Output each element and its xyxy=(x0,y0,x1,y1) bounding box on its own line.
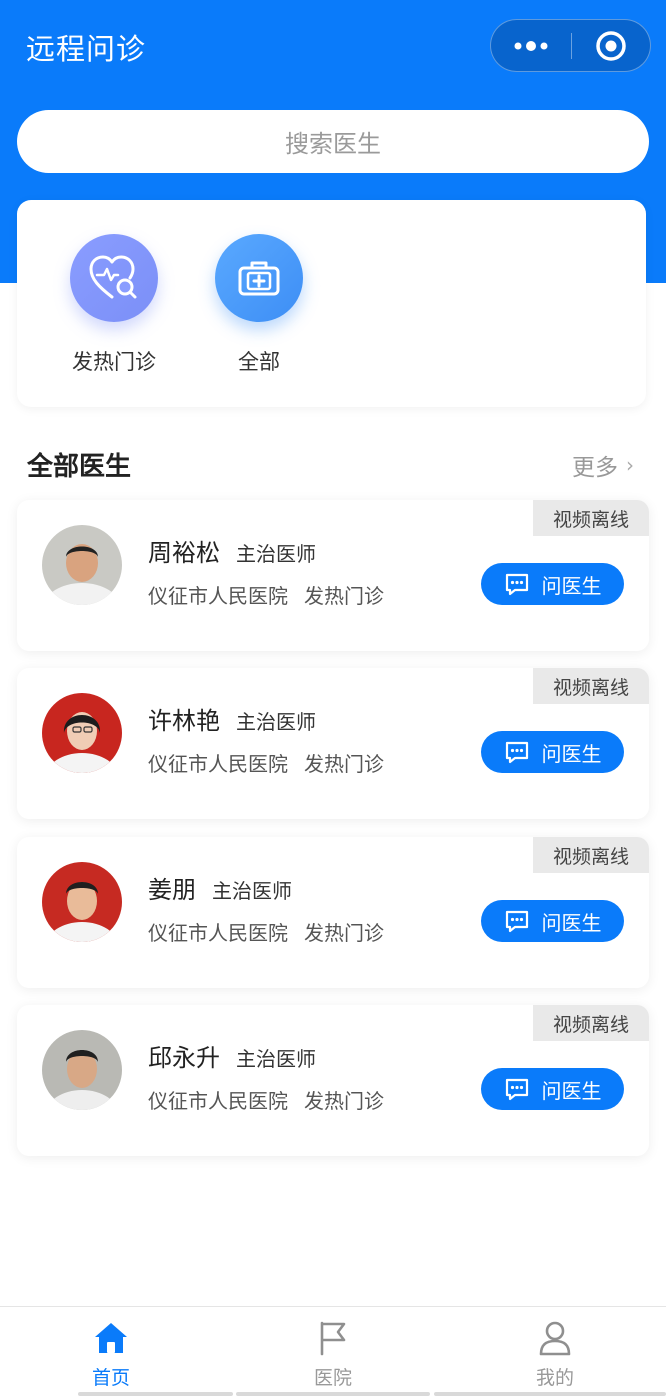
doctor-name: 许林艳 xyxy=(148,707,220,735)
doctor-department: 发热门诊 xyxy=(304,921,384,945)
tab-hospital-label: 医院 xyxy=(313,1367,352,1389)
avatar xyxy=(42,862,122,942)
more-options-button[interactable] xyxy=(491,20,571,71)
category-all-label: 全部 xyxy=(238,350,280,374)
flag-icon xyxy=(320,1321,346,1356)
ask-doctor-button[interactable]: 问医生 xyxy=(481,1068,624,1110)
search-input[interactable]: 搜索医生 xyxy=(17,110,649,173)
medical-kit-icon xyxy=(238,261,280,296)
status-badge: 视频离线 xyxy=(533,668,649,704)
category-all-badge xyxy=(215,234,303,322)
doctor-hospital: 仪征市人民医院 xyxy=(148,752,288,776)
tab-indicator-hospital xyxy=(236,1392,430,1396)
doctor-card[interactable]: 姜朋 主治医师 仪征市人民医院 发热门诊 视频离线 问医生 xyxy=(17,837,649,988)
category-fever-clinic-label: 发热门诊 xyxy=(72,350,156,374)
doctor-title: 主治医师 xyxy=(236,1047,316,1071)
doctor-department: 发热门诊 xyxy=(304,1089,384,1113)
ask-doctor-button[interactable]: 问医生 xyxy=(481,731,624,773)
more-link[interactable]: 更多 › xyxy=(572,448,634,482)
doctor-hospital: 仪征市人民医院 xyxy=(148,1089,288,1113)
doctor-name-row: 姜朋 主治医师 xyxy=(148,870,292,905)
tab-mine[interactable]: 我的 xyxy=(444,1307,666,1393)
doctor-hospital: 仪征市人民医院 xyxy=(148,921,288,945)
ask-doctor-label: 问医生 xyxy=(541,741,602,766)
doctor-department: 发热门诊 xyxy=(304,752,384,776)
doctor-name-row: 周裕松 主治医师 xyxy=(148,533,316,568)
doctor-card[interactable]: 邱永升 主治医师 仪征市人民医院 发热门诊 视频离线 问医生 xyxy=(17,1005,649,1156)
doctor-name: 姜朋 xyxy=(148,876,196,904)
doctor-card[interactable]: 许林艳 主治医师 仪征市人民医院 发热门诊 视频离线 问医生 xyxy=(17,668,649,819)
chat-bubble-icon xyxy=(505,910,528,933)
doctor-title: 主治医师 xyxy=(212,879,292,903)
category-card: 发热门诊 全部 xyxy=(17,200,646,407)
doctor-name: 周裕松 xyxy=(148,539,220,567)
avatar xyxy=(42,1030,122,1110)
doctor-affiliation: 仪征市人民医院 发热门诊 xyxy=(148,748,384,777)
ask-doctor-button[interactable]: 问医生 xyxy=(481,563,624,605)
doctor-department: 发热门诊 xyxy=(304,584,384,608)
ask-doctor-label: 问医生 xyxy=(541,1078,602,1103)
doctor-title: 主治医师 xyxy=(236,542,316,566)
avatar xyxy=(42,525,122,605)
ask-doctor-label: 问医生 xyxy=(541,910,602,935)
tab-indicator-mine xyxy=(434,1392,666,1396)
chat-bubble-icon xyxy=(505,573,528,596)
category-all[interactable]: 全部 xyxy=(199,234,319,376)
page-title: 远程问诊 xyxy=(26,32,147,66)
doctor-name-row: 许林艳 主治医师 xyxy=(148,701,316,736)
tab-home[interactable]: 首页 xyxy=(0,1307,222,1393)
user-icon xyxy=(539,1321,571,1356)
tab-bar: 首页 医院 我的 xyxy=(0,1306,666,1396)
category-fever-clinic-badge xyxy=(70,234,158,322)
section-title: 全部医生 xyxy=(27,452,132,482)
doctor-affiliation: 仪征市人民医院 发热门诊 xyxy=(148,580,384,609)
category-fever-clinic[interactable]: 发热门诊 xyxy=(54,234,174,376)
status-badge: 视频离线 xyxy=(533,500,649,536)
chevron-right-icon: › xyxy=(626,453,634,477)
tab-mine-label: 我的 xyxy=(535,1367,574,1389)
more-dots-icon xyxy=(514,40,548,51)
home-icon xyxy=(95,1323,127,1353)
doctor-affiliation: 仪征市人民医院 发热门诊 xyxy=(148,917,384,946)
tab-hospital[interactable]: 医院 xyxy=(222,1307,444,1393)
heart-search-icon xyxy=(89,255,137,299)
close-miniprogram-button[interactable] xyxy=(572,20,650,71)
doctor-hospital: 仪征市人民医院 xyxy=(148,584,288,608)
tab-indicator-home xyxy=(78,1392,233,1396)
mini-program-capsule xyxy=(490,19,651,72)
avatar xyxy=(42,693,122,773)
doctor-name: 邱永升 xyxy=(148,1044,220,1072)
doctor-name-row: 邱永升 主治医师 xyxy=(148,1038,316,1073)
more-link-label: 更多 xyxy=(572,455,618,481)
chat-bubble-icon xyxy=(505,1078,528,1101)
status-badge: 视频离线 xyxy=(533,837,649,873)
status-badge: 视频离线 xyxy=(533,1005,649,1041)
doctor-card[interactable]: 周裕松 主治医师 仪征市人民医院 发热门诊 视频离线 问医生 xyxy=(17,500,649,651)
tab-home-label: 首页 xyxy=(91,1367,130,1389)
ask-doctor-button[interactable]: 问医生 xyxy=(481,900,624,942)
ask-doctor-label: 问医生 xyxy=(541,573,602,598)
target-circle-icon xyxy=(596,30,626,61)
search-placeholder: 搜索医生 xyxy=(285,130,381,158)
doctor-affiliation: 仪征市人民医院 发热门诊 xyxy=(148,1085,384,1114)
doctor-title: 主治医师 xyxy=(236,710,316,734)
chat-bubble-icon xyxy=(505,741,528,764)
